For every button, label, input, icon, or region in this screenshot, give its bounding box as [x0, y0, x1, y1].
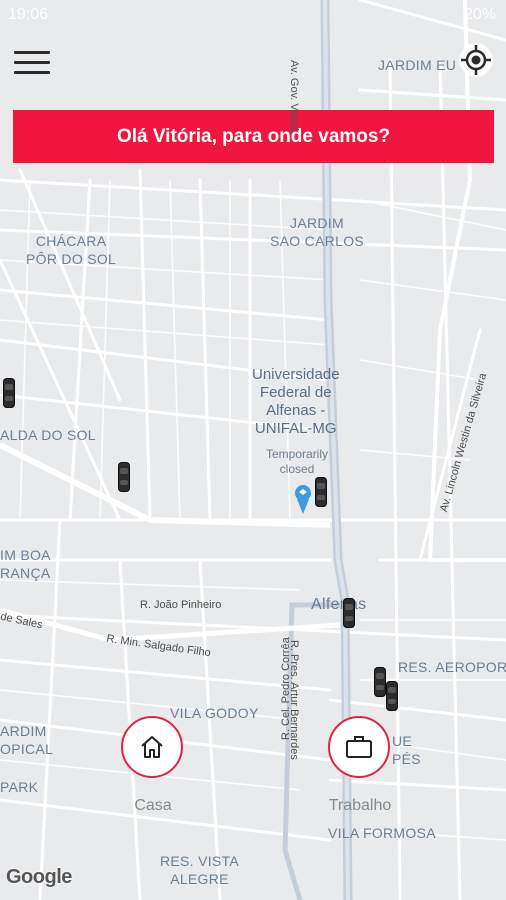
home-shortcut-label: Casa: [134, 797, 172, 814]
neighborhood-label: VILA GODOY: [170, 705, 259, 721]
home-shortcut-button[interactable]: [121, 716, 183, 778]
my-location-icon[interactable]: [458, 42, 494, 78]
university-status: Temporarily closed: [266, 447, 329, 476]
neighborhood-label: CHÁCARA PÔR DO SOL: [26, 233, 117, 267]
neighborhood-label: UE PÉS: [392, 733, 421, 767]
status-bar: 19:06 20%: [0, 0, 506, 30]
car-icon: [118, 462, 130, 492]
car-icon: [3, 378, 15, 408]
road-label: R. João Pinheiro: [140, 599, 222, 611]
google-attribution-logo: Google: [6, 866, 72, 888]
where-to-banner[interactable]: Olá Vitória, para onde vamos?: [13, 110, 494, 163]
car-icon: [343, 598, 355, 628]
car-icon: [386, 681, 398, 711]
work-shortcut-label: Trabalho: [328, 797, 392, 814]
battery-level: 20%: [463, 6, 496, 23]
home-icon: [141, 736, 163, 758]
car-icon: [374, 667, 386, 697]
university-label: Universidade Federal de Alfenas - UNIFAL…: [252, 366, 340, 437]
neighborhood-label: RES. VISTA ALEGRE: [160, 853, 239, 887]
neighborhood-label: JARDIM SAO CARLOS: [270, 215, 365, 249]
hamburger-icon[interactable]: [12, 44, 52, 78]
neighborhood-label: ALDA DO SOL: [0, 427, 96, 443]
neighborhood-label: PARK: [0, 779, 39, 795]
road-label: Av. Gov. Valad: [288, 60, 300, 131]
neighborhood-label: RES. AEROPORT: [398, 659, 506, 675]
neighborhood-label: JARDIM EU: [378, 57, 457, 73]
work-shortcut-button[interactable]: [328, 716, 390, 778]
neighborhood-label: VILA FORMOSA: [328, 825, 436, 841]
status-time: 19:06: [8, 6, 49, 23]
neighborhood-label: ARDIM OPICAL: [0, 723, 54, 757]
city-label: Alfenas: [311, 596, 367, 613]
car-icon: [315, 477, 327, 507]
neighborhood-label: IM BOA RANÇA: [0, 547, 51, 581]
where-to-text: Olá Vitória, para onde vamos?: [116, 125, 391, 147]
road-label: R. Pres. Artur Bernardes: [288, 640, 300, 760]
briefcase-icon: [346, 736, 372, 758]
